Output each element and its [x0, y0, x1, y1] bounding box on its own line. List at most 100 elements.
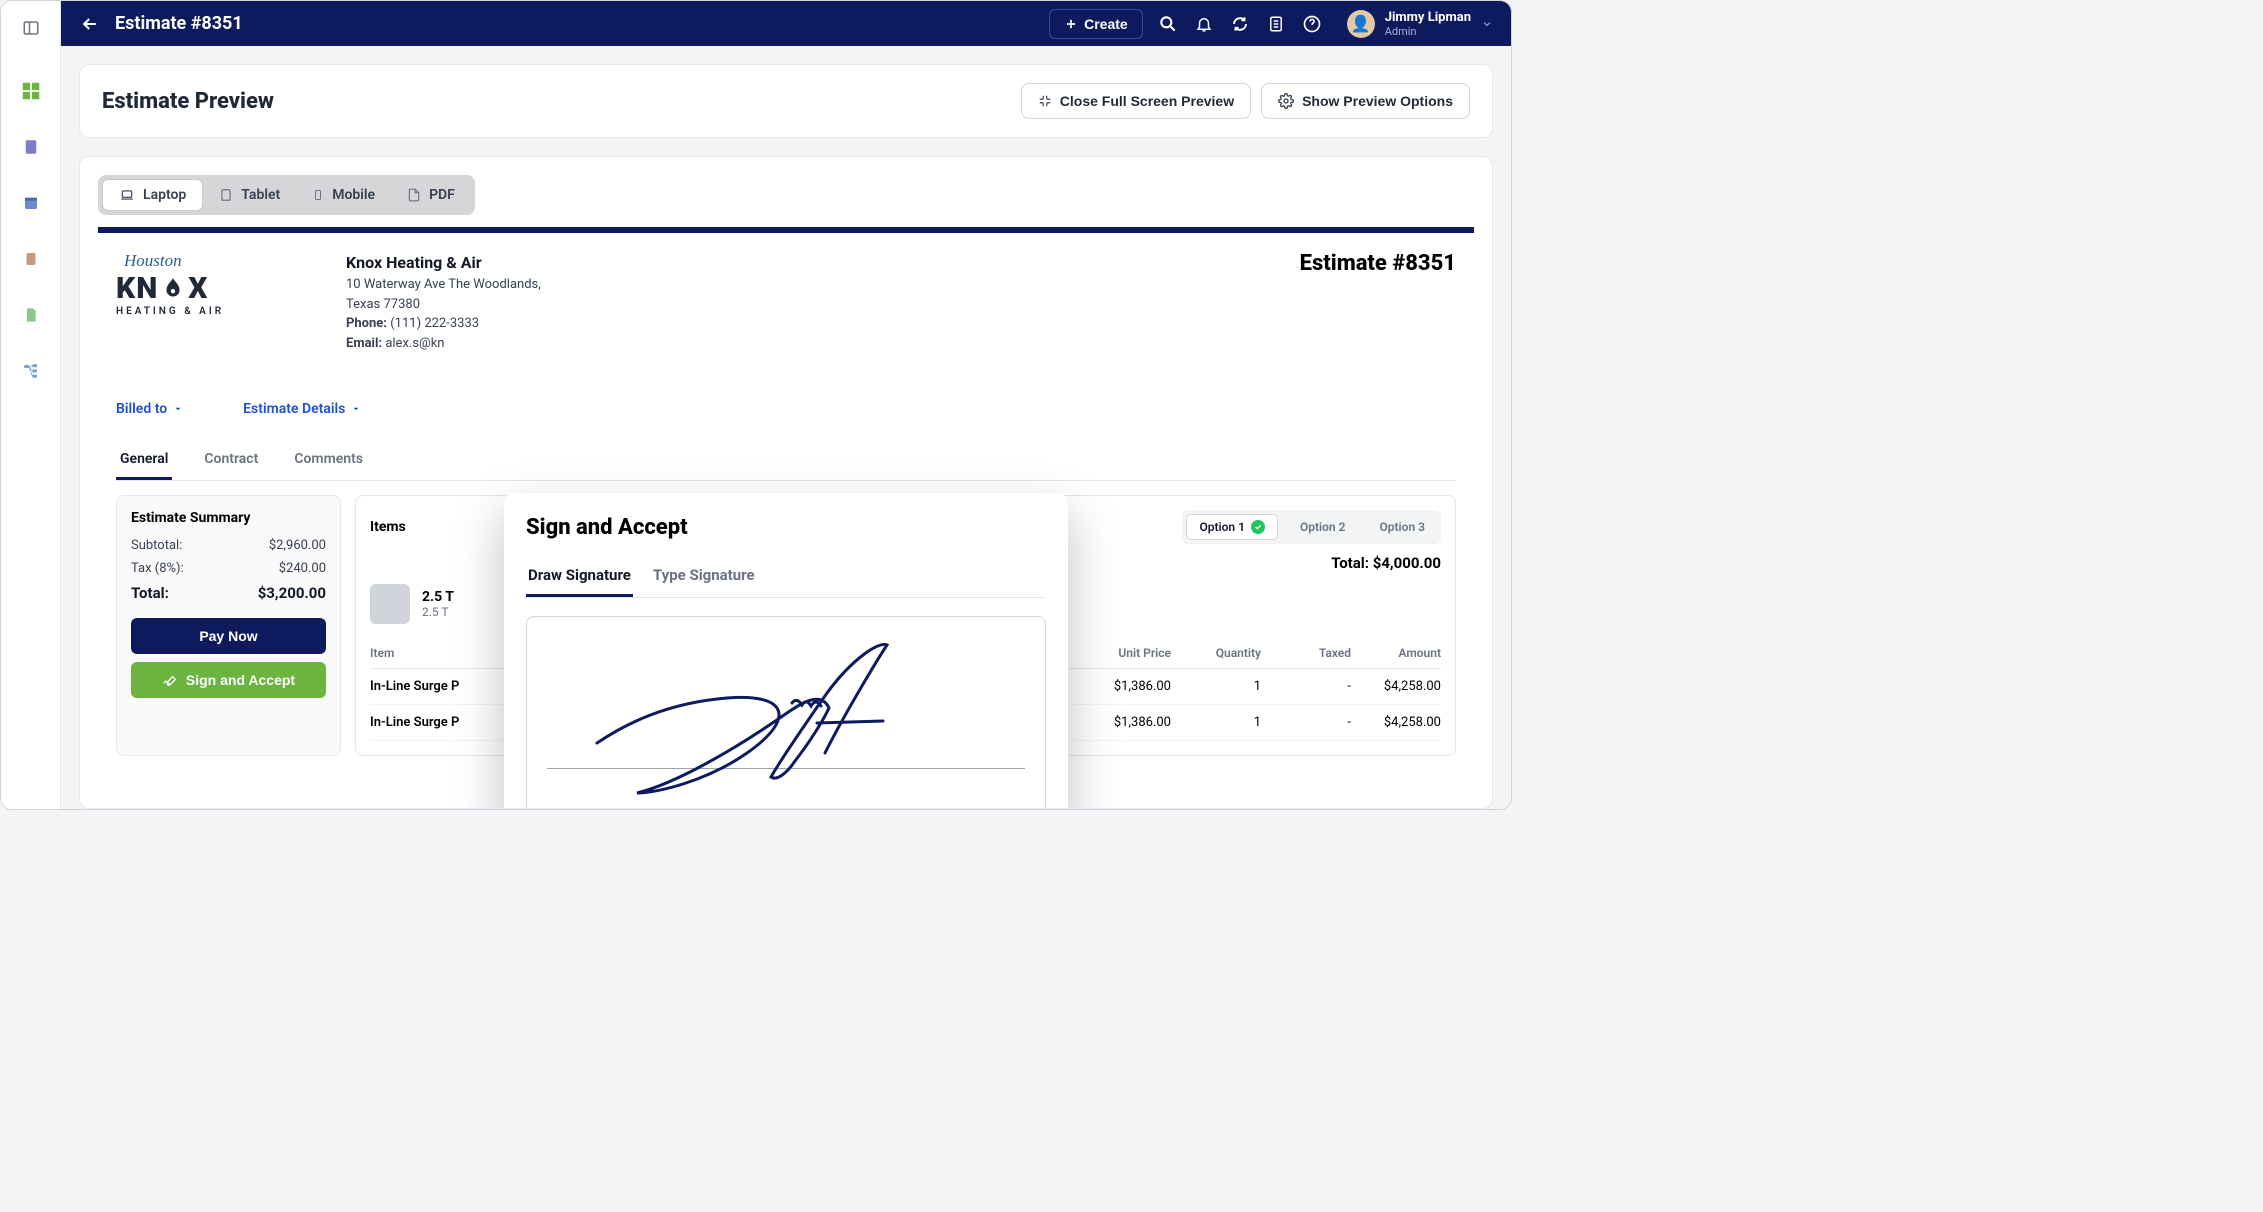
device-tab-label: PDF [429, 187, 455, 203]
cell-taxed: - [1261, 715, 1351, 730]
pay-now-button[interactable]: Pay Now [131, 618, 326, 654]
doc-tab-contract[interactable]: Contract [200, 441, 262, 480]
device-tab-mobile[interactable]: Mobile [296, 179, 391, 211]
doc-tab-general[interactable]: General [116, 441, 172, 480]
signature-tabs: Draw Signature Type Signature [526, 556, 1046, 598]
preview-header: Estimate Preview Close Full Screen Previ… [79, 64, 1493, 138]
item-thumbnail [370, 584, 410, 624]
subtotal-value: $2,960.00 [269, 538, 326, 553]
create-button-label: Create [1084, 16, 1128, 32]
device-tabs: Laptop Tablet Mobile PDF [98, 175, 475, 215]
tablet-icon [219, 187, 233, 203]
user-role: Admin [1385, 25, 1471, 38]
nav-dashboard-icon[interactable] [17, 77, 45, 105]
flame-icon [160, 274, 186, 304]
signature-icon [162, 672, 178, 688]
search-icon[interactable] [1157, 13, 1179, 35]
topbar: Estimate #8351 Create 👤 [61, 1, 1511, 46]
col-taxed: Taxed [1261, 646, 1351, 660]
estimate-summary: Estimate Summary Subtotal: $2,960.00 Tax … [116, 495, 341, 756]
caret-down-icon [173, 404, 183, 414]
cell-price: $1,386.00 [1081, 715, 1171, 730]
item-sub: 2.5 T [422, 605, 454, 619]
draw-signature-tab[interactable]: Draw Signature [526, 556, 633, 597]
preview-title: Estimate Preview [102, 89, 274, 114]
help-icon[interactable] [1301, 13, 1323, 35]
preview-options-button[interactable]: Show Preview Options [1261, 83, 1470, 119]
email-label: Email: [346, 336, 382, 351]
company-addr-line2: Texas 77380 [346, 295, 541, 315]
nav-document-icon[interactable] [17, 301, 45, 329]
mobile-icon [312, 187, 324, 203]
nav-contacts-icon[interactable] [17, 133, 45, 161]
back-arrow-icon[interactable] [79, 13, 101, 35]
billed-to-dropdown[interactable]: Billed to [116, 401, 183, 417]
total-value: $3,200.00 [258, 584, 326, 602]
doc-estimate-number: Estimate #8351 [1300, 251, 1456, 276]
avatar: 👤 [1347, 10, 1375, 38]
col-qty: Quantity [1171, 646, 1261, 660]
tax-value: $240.00 [279, 561, 326, 576]
option-chip-3[interactable]: Option 3 [1367, 514, 1437, 540]
doc-tab-comments[interactable]: Comments [290, 441, 367, 480]
bell-icon[interactable] [1193, 13, 1215, 35]
chevron-down-icon [1481, 18, 1493, 30]
cell-amount: $4,258.00 [1351, 679, 1441, 694]
check-icon [1251, 520, 1265, 534]
cell-qty: 1 [1171, 715, 1261, 730]
logo-tagline: HEATING & AIR [116, 306, 286, 317]
option-chip-1[interactable]: Option 1 [1186, 514, 1278, 540]
notes-icon[interactable] [1265, 13, 1287, 35]
close-preview-label: Close Full Screen Preview [1060, 93, 1234, 109]
device-tab-laptop[interactable]: Laptop [102, 179, 203, 211]
preview-panel: Laptop Tablet Mobile PDF [79, 156, 1493, 809]
logo-subtitle: Houston [124, 251, 286, 271]
cell-amount: $4,258.00 [1351, 715, 1441, 730]
subtotal-label: Subtotal: [131, 538, 182, 553]
signature-pad[interactable] [526, 616, 1046, 809]
nav-calendar-icon[interactable] [17, 189, 45, 217]
device-tab-label: Laptop [143, 187, 186, 203]
tax-label: Tax (8%): [131, 561, 184, 576]
company-email: alex.s@kn [385, 336, 444, 351]
left-rail [1, 1, 61, 809]
company-logo: Houston KNX HEATING & AIR [116, 251, 286, 353]
cell-price: $1,386.00 [1081, 679, 1171, 694]
page-title: Estimate #8351 [115, 13, 243, 34]
user-menu[interactable]: 👤 Jimmy Lipman Admin [1347, 10, 1493, 38]
refresh-icon[interactable] [1229, 13, 1251, 35]
sign-accept-label: Sign and Accept [186, 672, 295, 688]
company-phone: (111) 222-3333 [390, 316, 479, 331]
user-name: Jimmy Lipman [1385, 10, 1471, 25]
preview-options-label: Show Preview Options [1302, 93, 1453, 109]
billed-to-label: Billed to [116, 401, 167, 417]
type-signature-tab[interactable]: Type Signature [651, 556, 757, 597]
option-label: Option 1 [1199, 520, 1245, 534]
doc-tabs: General Contract Comments [116, 441, 1456, 481]
summary-title: Estimate Summary [131, 510, 326, 526]
nav-clipboard-icon[interactable] [17, 245, 45, 273]
minimize-icon [1038, 94, 1052, 108]
item-title: 2.5 T [422, 589, 454, 605]
col-price: Unit Price [1081, 646, 1171, 660]
close-preview-button[interactable]: Close Full Screen Preview [1021, 83, 1251, 119]
sign-accept-button[interactable]: Sign and Accept [131, 662, 326, 698]
signature-drawing [587, 633, 947, 809]
caret-down-icon [351, 404, 361, 414]
nav-hierarchy-icon[interactable] [17, 357, 45, 385]
total-label: Total: [131, 584, 169, 602]
device-tab-tablet[interactable]: Tablet [203, 179, 296, 211]
items-title: Items [370, 519, 406, 535]
device-tab-pdf[interactable]: PDF [391, 179, 471, 211]
col-amount: Amount [1351, 646, 1441, 660]
collapse-sidebar-icon[interactable] [17, 14, 45, 42]
create-button[interactable]: Create [1049, 9, 1143, 39]
phone-label: Phone: [346, 316, 387, 331]
cell-taxed: - [1261, 679, 1351, 694]
option-chip-2[interactable]: Option 2 [1288, 514, 1358, 540]
estimate-details-dropdown[interactable]: Estimate Details [243, 401, 361, 417]
sign-accept-modal: Sign and Accept Draw Signature Type Sign… [504, 493, 1068, 809]
cell-qty: 1 [1171, 679, 1261, 694]
modal-title: Sign and Accept [526, 515, 1046, 540]
pdf-icon [407, 187, 421, 203]
